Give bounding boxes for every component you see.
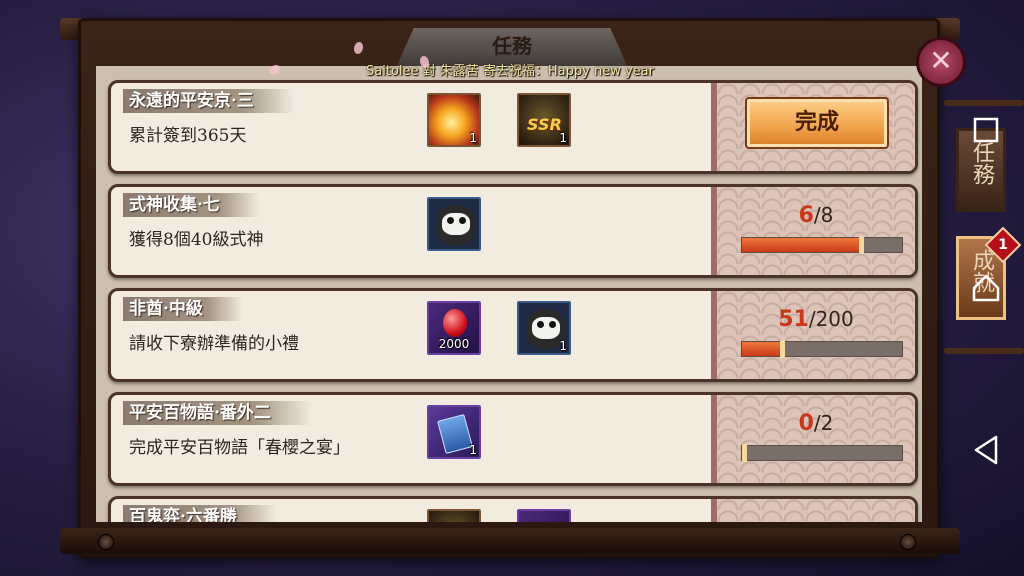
window-title: 任務	[492, 34, 532, 58]
task-description: 請收下寮辦準備的小禮	[129, 334, 299, 354]
frame-knob	[900, 534, 916, 550]
progress-bar-tip	[779, 340, 785, 358]
task-name: 百鬼弈·六番勝	[123, 505, 277, 522]
daruma-face	[532, 317, 560, 339]
progress-current: 0	[798, 411, 814, 436]
progress-bar-fill	[742, 238, 862, 252]
daruma-eye	[537, 321, 544, 328]
progress-bar-tip	[859, 236, 864, 254]
daruma-icon[interactable]	[427, 197, 481, 251]
progress-text: 51/200	[717, 307, 915, 332]
recent-apps-icon[interactable]	[968, 112, 1004, 148]
tab-rod	[944, 348, 1024, 354]
reward-count: 1	[559, 339, 567, 353]
task-status-area: 6/8	[711, 187, 915, 275]
progress-bar	[741, 444, 903, 462]
home-icon[interactable]	[968, 270, 1004, 306]
progress-bar	[741, 236, 903, 254]
task-description: 累計簽到365天	[129, 126, 247, 146]
progress-text: 6/8	[717, 203, 915, 228]
reward-count: 1	[469, 443, 477, 457]
close-button[interactable]: ✕	[916, 37, 966, 87]
progress-total: /200	[808, 307, 854, 331]
close-icon: ✕	[929, 44, 953, 77]
ticket-card	[437, 413, 473, 455]
task-row: 式神收集·七 獲得8個40級式神 6/8	[108, 184, 918, 278]
jade-icon[interactable]: 2000	[427, 301, 481, 355]
reward-count: 1	[559, 131, 567, 145]
tab-rod	[944, 100, 1024, 106]
task-row: 百鬼弈·六番勝	[108, 496, 918, 522]
daruma-eye	[549, 321, 556, 328]
progress-current: 6	[798, 203, 814, 228]
complete-button[interactable]: 完成	[745, 97, 889, 149]
jade-gem	[443, 309, 467, 337]
progress-current: 51	[778, 307, 809, 332]
task-row: 永遠的平安京·三 累計簽到365天 1 SSR 1 完成	[108, 80, 918, 174]
task-name: 永遠的平安京·三	[123, 89, 294, 113]
notification-badge-count: 1	[998, 237, 1008, 253]
reward-count: 2000	[438, 337, 470, 351]
task-row: 非酋·中級 請收下寮辦準備的小禮 2000 1 51/200	[108, 288, 918, 382]
reward-item-icon[interactable]	[517, 509, 571, 522]
reward-item-icon[interactable]	[427, 509, 481, 522]
task-name: 式神收集·七	[123, 193, 260, 217]
progress-bar-tip	[742, 444, 747, 462]
progress-total: /2	[813, 411, 834, 435]
reward-count: 1	[469, 131, 477, 145]
task-status-area: 0/2	[711, 395, 915, 483]
task-description: 獲得8個40級式神	[129, 230, 264, 250]
daruma-eye	[447, 217, 454, 224]
task-status-area: 完成	[711, 83, 915, 171]
task-name: 平安百物語·番外二	[123, 401, 311, 425]
task-status-area	[711, 499, 915, 522]
task-row: 平安百物語·番外二 完成平安百物語「春櫻之宴」 1 0/2	[108, 392, 918, 486]
daruma-face	[442, 213, 470, 235]
progress-bar-fill	[742, 342, 783, 356]
ssr-text: SSR	[527, 115, 562, 134]
ticket-icon[interactable]: 1	[427, 405, 481, 459]
task-name: 非酋·中級	[123, 297, 243, 321]
progress-bar	[741, 340, 903, 358]
back-icon[interactable]	[968, 432, 1004, 468]
frame-bottom	[60, 528, 960, 554]
task-list[interactable]: 永遠的平安京·三 累計簽到365天 1 SSR 1 完成 式神收集·七 獲得8個…	[96, 66, 922, 522]
task-status-area: 51/200	[711, 291, 915, 379]
task-description: 完成平安百物語「春櫻之宴」	[129, 438, 350, 458]
progress-total: /8	[813, 203, 834, 227]
ssr-summon-icon[interactable]: SSR 1	[517, 93, 571, 147]
daruma-eye	[459, 217, 466, 224]
daruma-icon[interactable]: 1	[517, 301, 571, 355]
frame-knob	[98, 534, 114, 550]
progress-text: 0/2	[717, 411, 915, 436]
blessing-ticker: Saitolee 對 朱露苦 寄去祝福：Happy new year	[366, 64, 654, 79]
fire-orb-icon[interactable]: 1	[427, 93, 481, 147]
